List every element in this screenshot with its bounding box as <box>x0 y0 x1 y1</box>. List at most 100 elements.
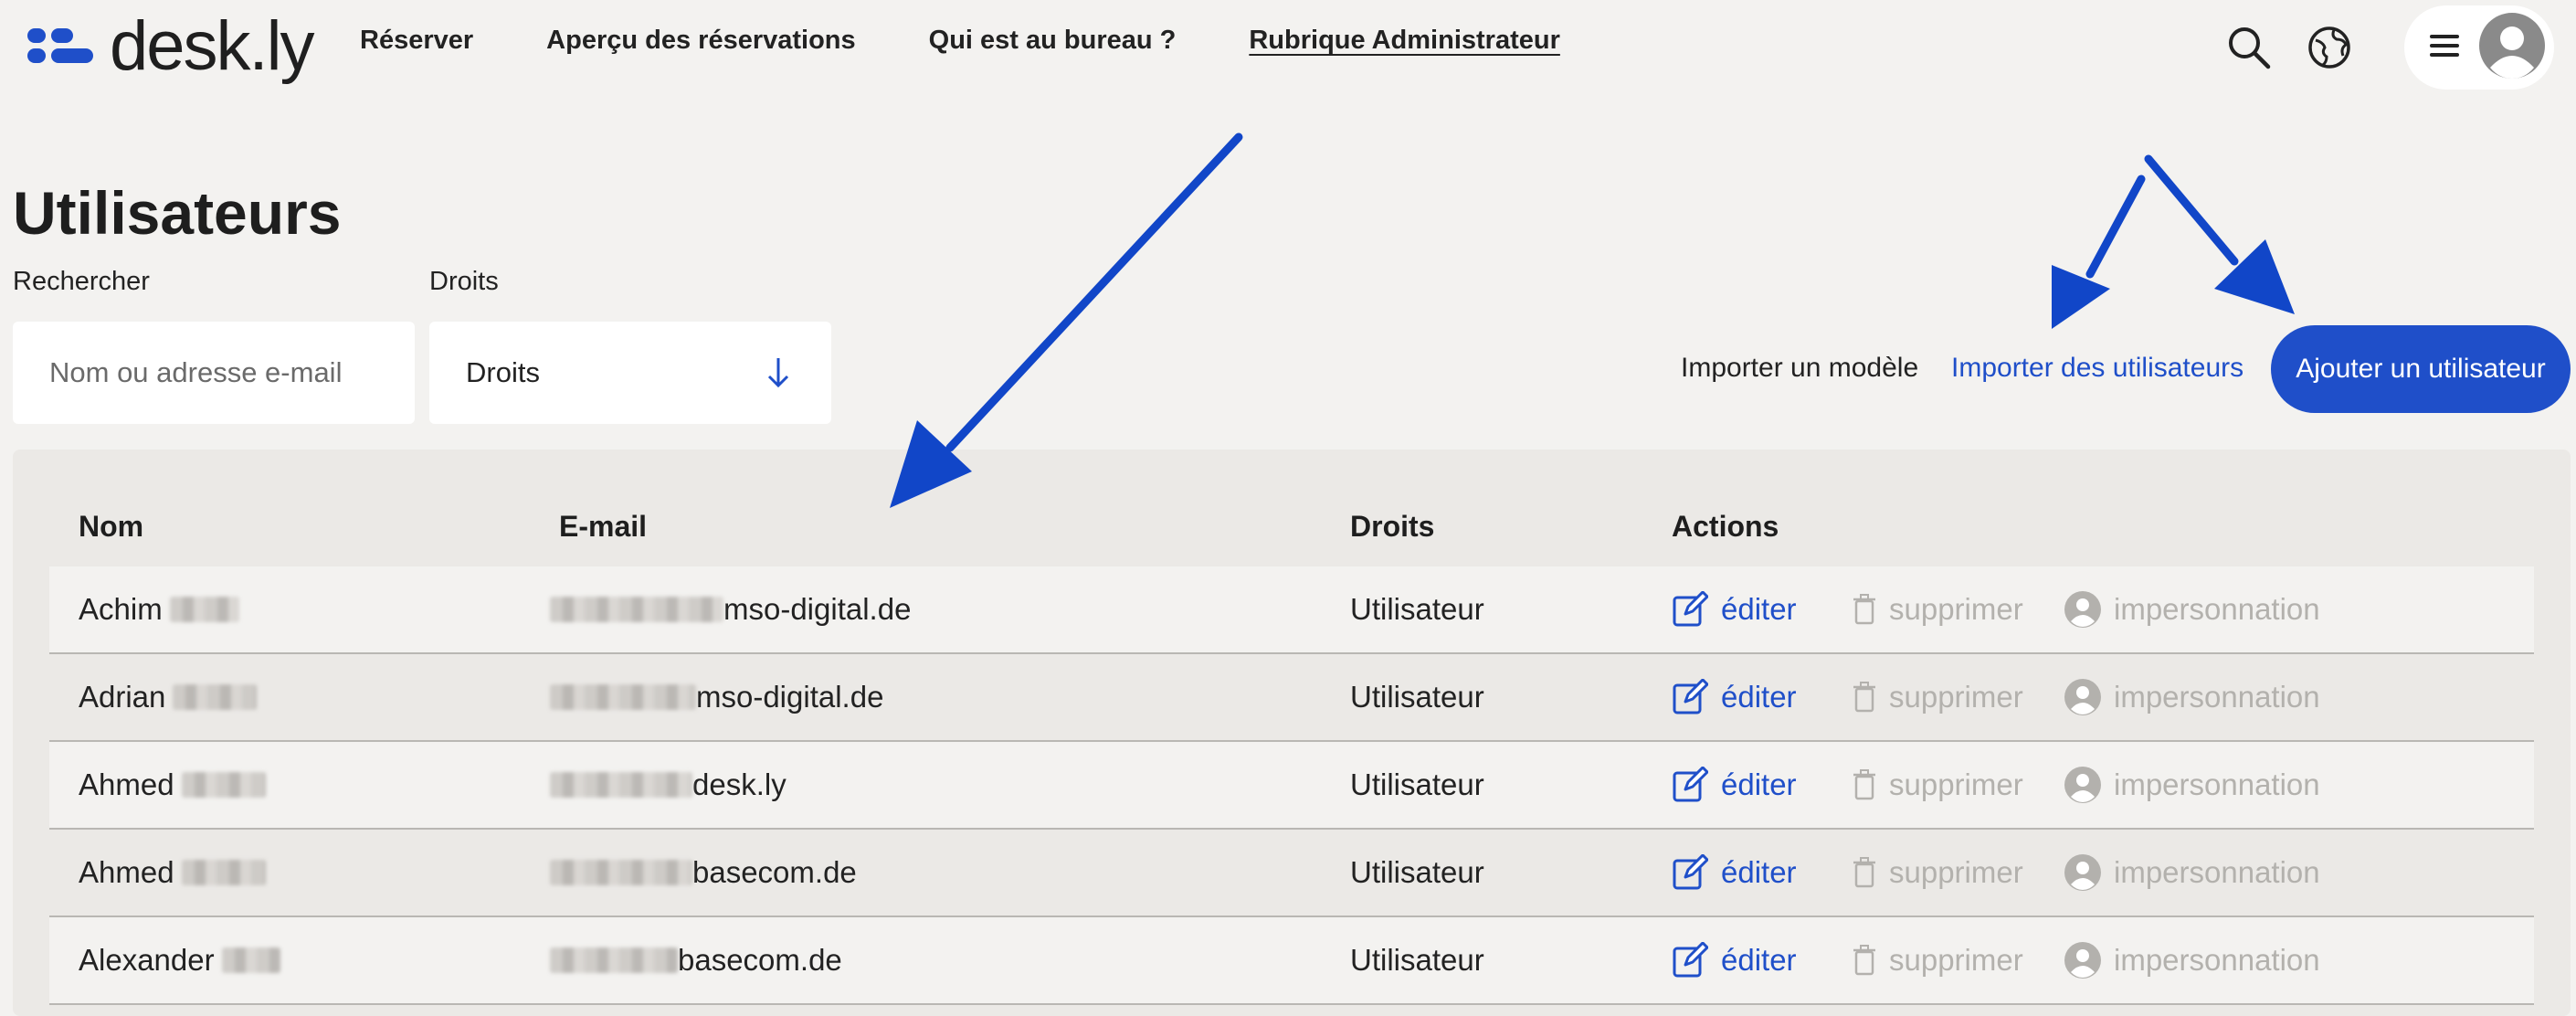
redacted-last-name <box>181 772 266 798</box>
avatar-icon <box>2479 12 2545 83</box>
add-user-button[interactable]: Ajouter un utilisateur <box>2271 325 2571 413</box>
table-row: Ahmed basecom.de Utilisateur éditer supp… <box>49 830 2534 917</box>
user-name-cell: Ahmed <box>79 742 266 828</box>
user-email-domain: basecom.de <box>692 855 857 889</box>
user-name-cell: Ahmed <box>79 830 266 915</box>
edit-button[interactable]: éditer <box>1672 654 1797 740</box>
redacted-last-name <box>181 860 266 885</box>
arrow-down-icon <box>765 355 791 398</box>
user-circle-icon <box>2064 854 2101 891</box>
trash-icon <box>1853 857 1875 888</box>
import-users-link[interactable]: Importer des utilisateurs <box>1951 353 2243 384</box>
table-row: Alexander basecom.de Utilisateur éditer … <box>49 917 2534 1005</box>
delete-button[interactable]: supprimer <box>1853 654 2023 740</box>
user-email-cell: desk.ly <box>550 742 787 828</box>
user-rights-cell: Utilisateur <box>1350 680 1484 714</box>
redacted-email-local <box>550 597 723 622</box>
column-header-email: E-mail <box>559 510 648 543</box>
search-icon[interactable] <box>2223 22 2275 73</box>
impersonate-button[interactable]: impersonnation <box>2064 917 2320 1003</box>
edit-icon <box>1673 591 1708 627</box>
user-menu-button[interactable] <box>2404 5 2554 90</box>
nav-item-reserver[interactable]: Réserver <box>360 26 473 56</box>
redacted-last-name <box>173 684 258 710</box>
user-name-cell: Achim <box>79 566 239 652</box>
user-circle-icon <box>2064 591 2101 628</box>
edit-button[interactable]: éditer <box>1672 917 1797 1003</box>
edit-icon <box>1673 767 1708 802</box>
user-first-name: Ahmed <box>79 855 174 889</box>
redacted-last-name <box>169 597 239 622</box>
column-header-name: Nom <box>79 510 144 543</box>
user-first-name: Ahmed <box>79 767 174 801</box>
delete-label: supprimer <box>1889 943 2023 977</box>
trash-icon <box>1853 769 1875 800</box>
desk-ly-logo[interactable]: desk.ly <box>27 5 315 88</box>
nav-item-rubrique-administrateur[interactable]: Rubrique Administrateur <box>1249 26 1560 56</box>
rights-label: Droits <box>429 267 499 296</box>
user-circle-icon <box>2064 942 2101 979</box>
user-first-name: Adrian <box>79 680 166 714</box>
impersonate-button[interactable]: impersonnation <box>2064 566 2320 652</box>
top-navigation-bar: desk.ly Réserver Aperçu des réservations… <box>0 0 2576 95</box>
table-row: Adrian mso-digital.de Utilisateur éditer… <box>49 654 2534 742</box>
delete-button[interactable]: supprimer <box>1853 917 2023 1003</box>
edit-button[interactable]: éditer <box>1672 742 1797 828</box>
edit-label: éditer <box>1721 943 1797 977</box>
impersonate-label: impersonnation <box>2114 592 2320 626</box>
trash-icon <box>1853 594 1875 625</box>
column-header-actions: Actions <box>1672 510 1779 543</box>
delete-label: supprimer <box>1889 855 2023 889</box>
redacted-email-local <box>550 860 692 885</box>
delete-button[interactable]: supprimer <box>1853 830 2023 915</box>
trash-icon <box>1853 945 1875 976</box>
impersonate-label: impersonnation <box>2114 680 2320 714</box>
nav-item-apercu-reservations[interactable]: Aperçu des réservations <box>546 26 855 56</box>
trash-icon <box>1853 682 1875 713</box>
import-template-link[interactable]: Importer un modèle <box>1681 353 1918 384</box>
delete-label: supprimer <box>1889 680 2023 714</box>
impersonate-button[interactable]: impersonnation <box>2064 830 2320 915</box>
logo-mark-icon <box>27 28 97 65</box>
user-email-domain: mso-digital.de <box>696 680 884 714</box>
nav-item-qui-est-au-bureau[interactable]: Qui est au bureau ? <box>929 26 1177 56</box>
redacted-email-local <box>550 947 678 973</box>
user-email-cell: basecom.de <box>550 830 857 915</box>
impersonate-label: impersonnation <box>2114 855 2320 889</box>
edit-icon <box>1673 854 1708 890</box>
impersonate-button[interactable]: impersonnation <box>2064 654 2320 740</box>
edit-icon <box>1673 942 1708 978</box>
user-email-cell: mso-digital.de <box>550 654 883 740</box>
rights-select-value: Droits <box>466 356 540 388</box>
edit-button[interactable]: éditer <box>1672 830 1797 915</box>
delete-label: supprimer <box>1889 592 2023 626</box>
redacted-last-name <box>221 947 280 973</box>
user-rights-cell: Utilisateur <box>1350 943 1484 977</box>
annotation-arrow-import-users <box>2052 175 2146 329</box>
user-name-cell: Alexander <box>79 917 280 1003</box>
annotation-arrow-add-user <box>2144 154 2295 314</box>
delete-button[interactable]: supprimer <box>1853 566 2023 652</box>
user-circle-icon <box>2064 679 2101 715</box>
user-name-cell: Adrian <box>79 654 258 740</box>
redacted-email-local <box>550 772 692 798</box>
user-email-cell: mso-digital.de <box>550 566 911 652</box>
user-circle-icon <box>2064 767 2101 803</box>
table-row: Ahmed desk.ly Utilisateur éditer supprim… <box>49 742 2534 830</box>
user-email-domain: mso-digital.de <box>723 592 912 626</box>
redacted-email-local <box>550 684 696 710</box>
globe-icon[interactable] <box>2304 22 2355 73</box>
rights-select[interactable]: Droits <box>429 322 831 424</box>
delete-button[interactable]: supprimer <box>1853 742 2023 828</box>
edit-icon <box>1673 679 1708 714</box>
table-row: Achim mso-digital.de Utilisateur éditer … <box>49 566 2534 654</box>
impersonate-button[interactable]: impersonnation <box>2064 742 2320 828</box>
edit-label: éditer <box>1721 855 1797 889</box>
edit-label: éditer <box>1721 680 1797 714</box>
delete-label: supprimer <box>1889 767 2023 801</box>
page-title: Utilisateurs <box>13 179 342 247</box>
edit-button[interactable]: éditer <box>1672 566 1797 652</box>
user-email-domain: basecom.de <box>678 943 842 977</box>
search-input[interactable]: Nom ou adresse e-mail <box>13 322 415 424</box>
impersonate-label: impersonnation <box>2114 943 2320 977</box>
